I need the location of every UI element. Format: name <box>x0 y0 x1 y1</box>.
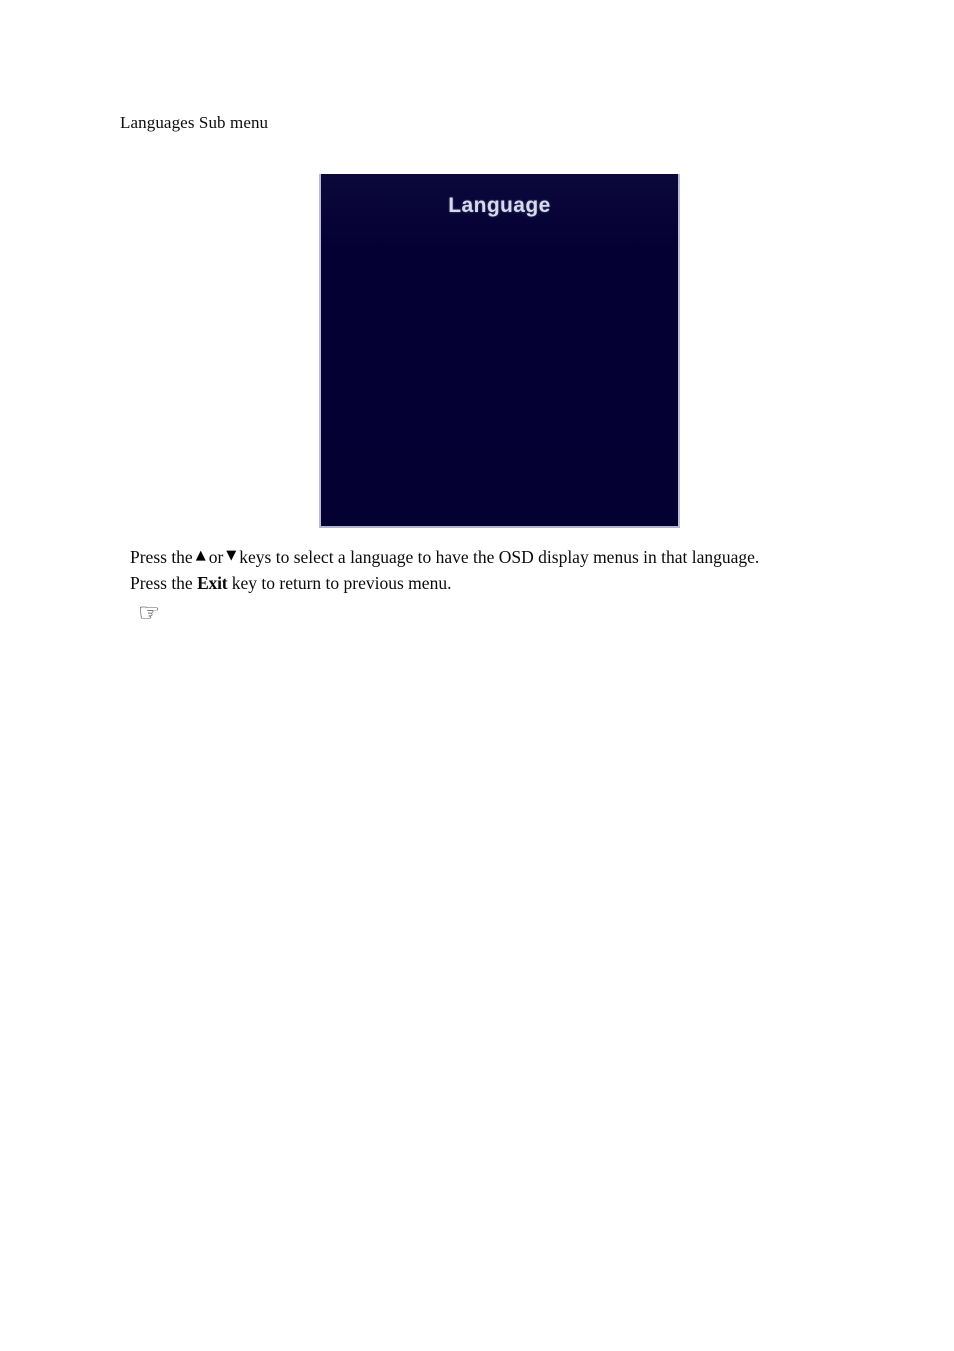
instruction-text-return-previous: key to return to previous menu. <box>231 573 452 593</box>
osd-language-menu-panel: Language English Français Deutsch Italia… <box>319 174 680 528</box>
pointing-hand-icon: ☞ <box>138 598 161 627</box>
document-page: Languages Sub menu Language English Fran… <box>0 0 954 1351</box>
instruction-line-2: Press the Exit key to return to previous… <box>130 570 890 596</box>
exit-key-label: Exit <box>197 573 228 593</box>
osd-language-option-italiano[interactable]: Italiano <box>679 366 680 382</box>
osd-language-option-english[interactable]: English <box>679 249 680 265</box>
osd-language-option-sicg-bih-cro[interactable]: SiCG/BiH/CRO <box>679 483 680 499</box>
instruction-text-press-the: Press the <box>130 547 193 567</box>
page-title: Languages Sub menu <box>120 113 269 132</box>
osd-language-option-francais[interactable]: Français <box>679 288 680 304</box>
instruction-line-1: Press the ▲ or ▼ keys to select a language t… <box>130 547 760 567</box>
instruction-text-or: or <box>208 547 224 567</box>
instruction-text-press-the-2: Press the <box>130 573 193 593</box>
instruction-paragraph: Press the ▲ or ▼ keys to select a language t… <box>130 544 890 596</box>
osd-language-option-espanol[interactable]: Español <box>679 405 680 421</box>
osd-menu-title: Language <box>448 194 551 217</box>
osd-language-option-deutsch[interactable]: Deutsch <box>679 327 680 343</box>
instruction-text-select-language: keys to select a language to have the OS… <box>239 547 760 567</box>
osd-language-option-magyar[interactable]: Magyar <box>679 444 680 460</box>
